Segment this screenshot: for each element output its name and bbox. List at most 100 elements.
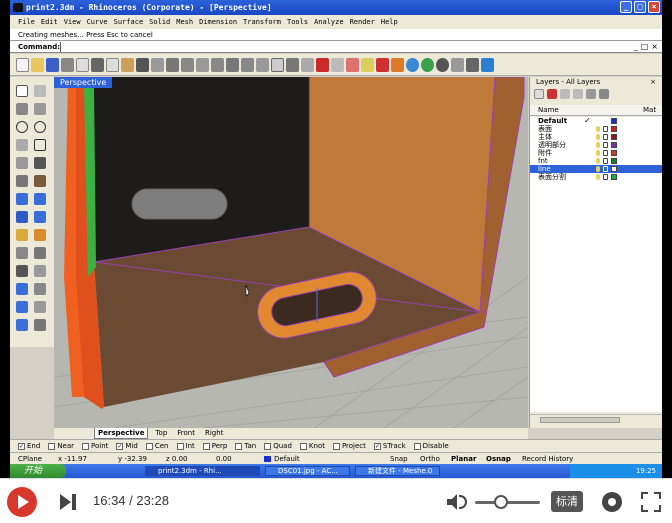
layer-color-swatch[interactable] (611, 118, 617, 124)
osnap-quad[interactable]: Quad (264, 442, 292, 450)
layer-row[interactable]: Default ✓ (530, 117, 662, 125)
point-icon[interactable] (16, 103, 28, 115)
play-button[interactable] (7, 487, 37, 517)
next-icon[interactable] (60, 494, 78, 510)
layer-color-swatch[interactable] (611, 150, 617, 156)
layer-color-swatch[interactable] (611, 126, 617, 132)
tab-right[interactable]: Right (202, 428, 226, 439)
layer-row[interactable]: 附件 (530, 149, 662, 157)
menu-transform[interactable]: Transform (243, 15, 281, 29)
layer-lock-icon[interactable] (603, 158, 608, 164)
arc-icon[interactable] (34, 121, 46, 133)
mesh-icon[interactable] (16, 229, 28, 241)
osnap-checkbox[interactable] (145, 442, 153, 450)
layer-options-icon[interactable] (599, 89, 609, 99)
osnap-tan[interactable]: Tan (235, 442, 256, 450)
pan-icon[interactable] (166, 57, 179, 72)
layer-lock-icon[interactable] (603, 142, 608, 148)
osnap-checkbox[interactable]: ✓ (18, 442, 25, 450)
properties-icon[interactable] (466, 57, 479, 72)
maximize-button[interactable]: □ (634, 1, 646, 13)
zoom-icon[interactable] (196, 57, 209, 72)
paste-icon[interactable] (121, 57, 134, 72)
layer-row[interactable]: 表面分割 (530, 173, 662, 181)
menu-render[interactable]: Render (350, 15, 375, 29)
light-icon[interactable] (361, 57, 374, 72)
start-button[interactable]: 开始 (10, 464, 66, 478)
layers-horizontal-scrollbar[interactable] (530, 414, 662, 424)
scrollbar-thumb[interactable] (540, 417, 620, 423)
shade-icon[interactable] (316, 57, 329, 72)
undo-icon[interactable] (136, 57, 149, 72)
layer-color-swatch[interactable] (611, 174, 617, 180)
menu-dimension[interactable]: Dimension (199, 15, 237, 29)
zoom-extents-icon[interactable] (226, 57, 239, 72)
osnap-checkbox[interactable] (48, 442, 56, 450)
osnap-cen[interactable]: Cen (145, 442, 169, 450)
new-layer-icon[interactable] (534, 89, 544, 99)
task-rhino[interactable]: print2.3dm - Rhi... (145, 466, 260, 476)
doc-close-button[interactable]: × (651, 41, 658, 53)
viewport-title[interactable]: Perspective (54, 77, 113, 88)
analyze-icon[interactable] (16, 319, 28, 331)
layer-row[interactable]: 主体 (530, 133, 662, 141)
osnap-checkbox[interactable] (299, 442, 307, 450)
select-arrow-icon[interactable] (16, 85, 28, 97)
menu-mesh[interactable]: Mesh (176, 15, 193, 29)
move-icon[interactable] (34, 265, 46, 277)
osnap-int[interactable]: Int (176, 442, 195, 450)
layer-visible-icon[interactable] (596, 166, 600, 172)
osnap-disable[interactable]: Disable (413, 442, 449, 450)
menu-edit[interactable]: Edit (41, 15, 58, 29)
osnap-near[interactable]: Near (48, 442, 74, 450)
perspective-viewport[interactable]: Perspective (54, 77, 528, 428)
cplane-icon[interactable] (286, 57, 299, 72)
layer-lock-icon[interactable] (603, 134, 608, 140)
four-views-icon[interactable] (271, 57, 284, 72)
osnap-perp[interactable]: Perp (202, 442, 227, 450)
osnap-project[interactable]: Project (332, 442, 366, 450)
ellipse-icon[interactable] (16, 157, 28, 169)
layer-lock-icon[interactable] (603, 166, 608, 172)
loft-icon[interactable] (34, 193, 46, 205)
menu-tools[interactable]: Tools (287, 15, 308, 29)
material-icon[interactable] (391, 57, 404, 72)
ghosted-icon[interactable] (346, 57, 359, 72)
layer-visible-icon[interactable] (596, 126, 600, 132)
fillet-curve-icon[interactable] (34, 157, 46, 169)
menu-file[interactable]: File (18, 15, 35, 29)
environment-icon[interactable] (421, 57, 434, 72)
edit-mesh-icon[interactable] (34, 229, 46, 241)
osnap-knot[interactable]: Knot (299, 442, 325, 450)
delete-layer-icon[interactable] (547, 89, 557, 99)
layer-row[interactable]: fnt (530, 157, 662, 165)
render-tools-icon[interactable] (34, 319, 46, 331)
layer-down-icon[interactable] (573, 89, 583, 99)
dimension-icon[interactable] (16, 283, 28, 295)
menu-solid[interactable]: Solid (149, 15, 170, 29)
command-input[interactable] (60, 42, 600, 52)
osnap-checkbox[interactable] (176, 442, 184, 450)
solid-icon[interactable] (34, 211, 46, 223)
osnap-checkbox[interactable] (235, 442, 243, 450)
layer-row[interactable]: 表面 (530, 125, 662, 133)
tab-front[interactable]: Front (174, 428, 198, 439)
circle-icon[interactable] (16, 121, 28, 133)
help-icon[interactable] (481, 57, 494, 72)
layer-visible-icon[interactable] (596, 174, 600, 180)
osnap-point[interactable]: Point (82, 442, 108, 450)
curve-icon[interactable] (16, 139, 28, 151)
options-icon[interactable] (451, 57, 464, 72)
menu-analyze[interactable]: Analyze (314, 15, 344, 29)
zoom-window-icon[interactable] (211, 57, 224, 72)
osnap-checkbox[interactable] (202, 442, 210, 450)
rotate-view-icon[interactable] (181, 57, 194, 72)
osnap-checkbox[interactable]: ✓ (116, 442, 124, 450)
sphere-icon[interactable] (436, 57, 449, 72)
boolean-icon[interactable] (16, 247, 28, 259)
menu-help[interactable]: Help (381, 15, 398, 29)
osnap-checkbox[interactable] (82, 442, 90, 450)
layers-close-button[interactable]: × (650, 77, 656, 87)
layer-row[interactable]: 透明部分 (530, 141, 662, 149)
cut-icon[interactable] (91, 57, 104, 72)
